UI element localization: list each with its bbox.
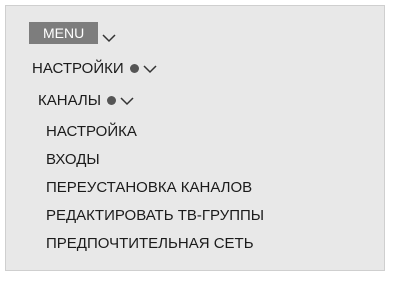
dot-indicator-icon — [129, 64, 139, 73]
chevron-down-icon — [120, 96, 134, 105]
path-item-label: КАНАЛЫ — [38, 92, 102, 109]
menu-item-label: НАСТРОЙКА — [46, 123, 137, 140]
menu-item-setup[interactable]: НАСТРОЙКА — [46, 123, 137, 140]
menu-item-label: ВХОДЫ — [46, 151, 100, 168]
menu-item-inputs[interactable]: ВХОДЫ — [46, 151, 100, 168]
menu-item-preferred-network[interactable]: ПРЕДПОЧТИТЕЛЬНАЯ СЕТЬ — [46, 235, 254, 252]
menu-row: MENU — [29, 22, 116, 44]
menu-item-label: ПЕРЕУСТАНОВКА КАНАЛОВ — [46, 179, 253, 196]
dot-indicator-icon — [107, 96, 117, 105]
path-item-channels[interactable]: КАНАЛЫ — [38, 92, 134, 109]
menu-item-edit-tv-groups[interactable]: РЕДАКТИРОВАТЬ ТВ-ГРУППЫ — [46, 207, 264, 224]
menu-panel: MENU НАСТРОЙКИ КАНАЛЫ НАСТРОЙКА ВХОДЫ ПЕ… — [5, 5, 385, 271]
chevron-down-icon[interactable] — [102, 33, 116, 43]
menu-item-label: ПРЕДПОЧТИТЕЛЬНАЯ СЕТЬ — [46, 235, 254, 252]
path-item-settings[interactable]: НАСТРОЙКИ — [32, 60, 157, 77]
chevron-down-icon — [143, 64, 157, 73]
menu-item-reinstall-channels[interactable]: ПЕРЕУСТАНОВКА КАНАЛОВ — [46, 179, 252, 196]
path-item-label: НАСТРОЙКИ — [32, 60, 124, 77]
menu-button[interactable]: MENU — [29, 22, 99, 44]
menu-item-label: РЕДАКТИРОВАТЬ ТВ-ГРУППЫ — [46, 207, 265, 224]
